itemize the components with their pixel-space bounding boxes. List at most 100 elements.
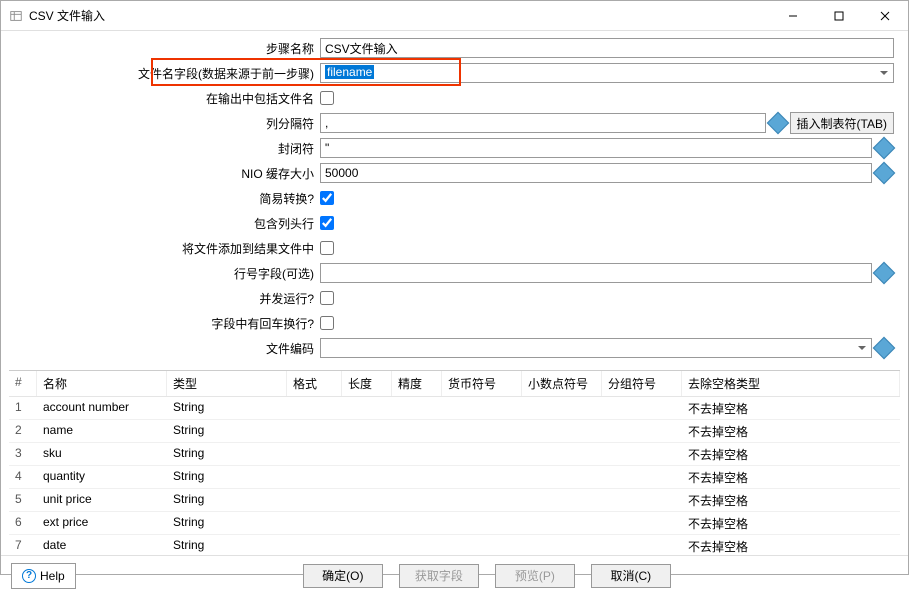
cell-trim[interactable]: 不去掉空格 (682, 397, 900, 419)
cell-name[interactable]: sku (37, 443, 167, 465)
delimiter-var-button[interactable] (766, 112, 789, 135)
cell-length[interactable] (342, 397, 392, 419)
cell-trim[interactable]: 不去掉空格 (682, 420, 900, 442)
preview-button[interactable]: 预览(P) (495, 564, 575, 588)
cell-type[interactable]: String (167, 489, 287, 511)
cell-group[interactable] (602, 420, 682, 442)
cell-format[interactable] (287, 466, 342, 488)
help-button[interactable]: ? Help (11, 563, 76, 589)
cell-currency[interactable] (442, 397, 522, 419)
ok-button[interactable]: 确定(O) (303, 564, 383, 588)
cell-format[interactable] (287, 512, 342, 534)
cell-trim[interactable]: 不去掉空格 (682, 512, 900, 534)
table-row[interactable]: 7dateString不去掉空格 (9, 535, 900, 555)
cell-precision[interactable] (392, 397, 442, 419)
cell-trim[interactable]: 不去掉空格 (682, 466, 900, 488)
encoding-combobox[interactable] (320, 338, 872, 358)
parallel-checkbox[interactable] (320, 291, 334, 305)
cell-format[interactable] (287, 489, 342, 511)
cell-precision[interactable] (392, 512, 442, 534)
grid-header-type[interactable]: 类型 (167, 371, 287, 396)
delimiter-input[interactable] (320, 113, 766, 133)
include-filename-checkbox[interactable] (320, 91, 334, 105)
cell-type[interactable]: String (167, 420, 287, 442)
cell-format[interactable] (287, 397, 342, 419)
grid-header-length[interactable]: 长度 (342, 371, 392, 396)
cell-precision[interactable] (392, 466, 442, 488)
cell-format[interactable] (287, 535, 342, 555)
cell-decimal[interactable] (522, 512, 602, 534)
cell-group[interactable] (602, 397, 682, 419)
cell-decimal[interactable] (522, 535, 602, 555)
cell-decimal[interactable] (522, 443, 602, 465)
enclosure-input[interactable] (320, 138, 872, 158)
cell-group[interactable] (602, 466, 682, 488)
cell-format[interactable] (287, 443, 342, 465)
cell-group[interactable] (602, 489, 682, 511)
cell-currency[interactable] (442, 489, 522, 511)
table-row[interactable]: 1account numberString不去掉空格 (9, 397, 900, 420)
filename-field-combobox[interactable]: filename (320, 63, 894, 83)
cell-name[interactable]: date (37, 535, 167, 555)
grid-header-num[interactable]: # (9, 371, 37, 396)
cell-type[interactable]: String (167, 443, 287, 465)
cell-length[interactable] (342, 489, 392, 511)
cell-trim[interactable]: 不去掉空格 (682, 443, 900, 465)
grid-header-trim[interactable]: 去除空格类型 (682, 371, 900, 396)
nio-buffer-input[interactable] (320, 163, 872, 183)
cell-length[interactable] (342, 535, 392, 555)
close-button[interactable] (862, 1, 908, 31)
nio-buffer-var-button[interactable] (873, 162, 896, 185)
minimize-button[interactable] (770, 1, 816, 31)
table-row[interactable]: 5unit priceString不去掉空格 (9, 489, 900, 512)
grid-header-name[interactable]: 名称 (37, 371, 167, 396)
cell-trim[interactable]: 不去掉空格 (682, 489, 900, 511)
table-row[interactable]: 6ext priceString不去掉空格 (9, 512, 900, 535)
cell-trim[interactable]: 不去掉空格 (682, 535, 900, 555)
cell-type[interactable]: String (167, 512, 287, 534)
cell-currency[interactable] (442, 420, 522, 442)
insert-tab-button[interactable]: 插入制表符(TAB) (790, 112, 894, 134)
cell-type[interactable]: String (167, 535, 287, 555)
cell-currency[interactable] (442, 466, 522, 488)
table-row[interactable]: 4quantityString不去掉空格 (9, 466, 900, 489)
step-name-input[interactable] (320, 38, 894, 58)
cell-group[interactable] (602, 535, 682, 555)
cell-format[interactable] (287, 420, 342, 442)
cancel-button[interactable]: 取消(C) (591, 564, 671, 588)
get-fields-button[interactable]: 获取字段 (399, 564, 479, 588)
cell-length[interactable] (342, 466, 392, 488)
cell-length[interactable] (342, 420, 392, 442)
cell-name[interactable]: quantity (37, 466, 167, 488)
grid-header-format[interactable]: 格式 (287, 371, 342, 396)
cell-precision[interactable] (392, 535, 442, 555)
cell-group[interactable] (602, 512, 682, 534)
cell-name[interactable]: account number (37, 397, 167, 419)
encoding-var-button[interactable] (873, 337, 896, 360)
enclosure-var-button[interactable] (873, 137, 896, 160)
newline-in-field-checkbox[interactable] (320, 316, 334, 330)
cell-precision[interactable] (392, 443, 442, 465)
maximize-button[interactable] (816, 1, 862, 31)
table-row[interactable]: 3skuString不去掉空格 (9, 443, 900, 466)
cell-decimal[interactable] (522, 489, 602, 511)
cell-name[interactable]: unit price (37, 489, 167, 511)
grid-header-group[interactable]: 分组符号 (602, 371, 682, 396)
cell-length[interactable] (342, 512, 392, 534)
cell-currency[interactable] (442, 443, 522, 465)
grid-header-currency[interactable]: 货币符号 (442, 371, 522, 396)
cell-length[interactable] (342, 443, 392, 465)
cell-currency[interactable] (442, 535, 522, 555)
lazy-conversion-checkbox[interactable] (320, 191, 334, 205)
add-to-result-checkbox[interactable] (320, 241, 334, 255)
cell-decimal[interactable] (522, 420, 602, 442)
cell-precision[interactable] (392, 489, 442, 511)
cell-type[interactable]: String (167, 397, 287, 419)
cell-group[interactable] (602, 443, 682, 465)
cell-decimal[interactable] (522, 397, 602, 419)
cell-name[interactable]: ext price (37, 512, 167, 534)
grid-header-decimal[interactable]: 小数点符号 (522, 371, 602, 396)
grid-header-precision[interactable]: 精度 (392, 371, 442, 396)
rownum-var-button[interactable] (873, 262, 896, 285)
cell-precision[interactable] (392, 420, 442, 442)
